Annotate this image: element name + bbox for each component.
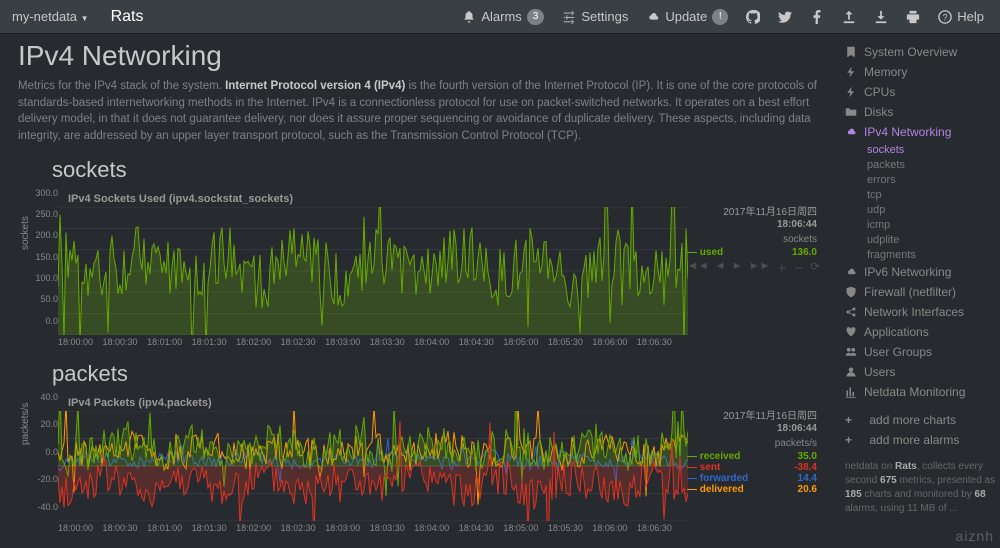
sidebar-sub-errors[interactable]: errors: [867, 172, 996, 187]
chart-sockets-legend[interactable]: 2017年11月16日周四 18:06:44 sockets used136.0…: [687, 203, 817, 276]
main-content: IPv4 Networking Metrics for the IPv4 sta…: [0, 34, 835, 548]
github-icon: [746, 10, 760, 24]
host-name: Rats: [111, 8, 144, 26]
brand-dropdown[interactable]: my-netdata ▼: [8, 9, 99, 24]
sidebar-sub-tcp[interactable]: tcp: [867, 187, 996, 202]
chart-sockets: IPv4 Sockets Used (ipv4.sockstat_sockets…: [18, 193, 817, 347]
page-title: IPv4 Networking: [18, 40, 817, 72]
sidebar-sub-udplite[interactable]: udplite: [867, 232, 996, 247]
alarms-count-badge: 3: [527, 9, 545, 25]
sidebar-item-disks[interactable]: Disks: [845, 102, 996, 122]
sidebar-item-netdata-monitoring[interactable]: Netdata Monitoring: [845, 382, 996, 402]
sidebar-item-system-overview[interactable]: System Overview: [845, 42, 996, 62]
chart-packets-ylabel: packets/s: [20, 402, 31, 444]
sidebar-item-users[interactable]: Users: [845, 362, 996, 382]
sidebar-item-ipv6-networking[interactable]: IPv6 Networking: [845, 262, 996, 282]
page-description: Metrics for the IPv4 stack of the system…: [18, 78, 817, 145]
chart-toolbox[interactable]: ◄◄◄►►►＋－⟳: [687, 260, 817, 276]
watermark: aiznh: [956, 528, 994, 544]
facebook-icon: [810, 10, 824, 24]
cloud-icon: [845, 126, 857, 138]
help-icon: ?: [938, 10, 952, 24]
cloud-icon: [845, 266, 857, 278]
twitter-link[interactable]: [770, 0, 800, 34]
add-alarms-link[interactable]: + add more alarms: [845, 430, 996, 450]
folder-icon: [845, 106, 857, 118]
svg-text:?: ?: [943, 12, 948, 22]
sidebar: System OverviewMemoryCPUsDisksIPv4 Netwo…: [835, 34, 1000, 548]
section-sockets-title: sockets: [52, 157, 817, 183]
sliders-icon: [562, 10, 576, 24]
upload-icon: [842, 10, 856, 24]
sidebar-sub-udp[interactable]: udp: [867, 202, 996, 217]
print-button[interactable]: [898, 0, 928, 34]
sidebar-item-ipv4-networking[interactable]: IPv4 Networking: [845, 122, 996, 142]
update-button[interactable]: Update!: [638, 0, 736, 34]
sidebar-footer: netdata on Rats, collects every second 6…: [845, 460, 996, 516]
alarms-button[interactable]: Alarms3: [454, 0, 552, 34]
users-icon: [845, 346, 857, 358]
add-charts-link[interactable]: + add more charts: [845, 410, 996, 430]
sidebar-item-cpus[interactable]: CPUs: [845, 82, 996, 102]
chart-packets-canvas[interactable]: 2017年11月16日周四 18:06:44 packets/s receive…: [58, 411, 817, 521]
sidebar-item-memory[interactable]: Memory: [845, 62, 996, 82]
user-icon: [845, 366, 857, 378]
twitter-icon: [778, 10, 792, 24]
upload-button[interactable]: [834, 0, 864, 34]
download-icon: [874, 10, 888, 24]
shield-icon: [845, 286, 857, 298]
update-badge: !: [712, 9, 728, 25]
facebook-link[interactable]: [802, 0, 832, 34]
sidebar-sub-sockets[interactable]: sockets: [867, 142, 996, 157]
bolt-icon: [845, 66, 857, 78]
bolt-icon: [845, 86, 857, 98]
help-button[interactable]: ? Help: [930, 0, 992, 34]
barchart-icon: [845, 386, 857, 398]
sidebar-item-firewall-netfilter-[interactable]: Firewall (netfilter): [845, 282, 996, 302]
print-icon: [906, 10, 920, 24]
share-icon: [845, 306, 857, 318]
settings-button[interactable]: Settings: [554, 0, 636, 34]
section-packets-title: packets: [52, 361, 817, 387]
sidebar-sub-fragments[interactable]: fragments: [867, 247, 996, 262]
bookmark-icon: [845, 46, 857, 58]
top-nav: my-netdata ▼ Rats Alarms3 Settings Updat…: [0, 0, 1000, 34]
bell-icon: [462, 10, 476, 24]
cloud-download-icon: [646, 10, 660, 24]
github-link[interactable]: [738, 0, 768, 34]
chart-packets: IPv4 Packets (ipv4.packets) packets/s 40…: [18, 397, 817, 533]
sidebar-item-applications[interactable]: Applications: [845, 322, 996, 342]
sidebar-item-network-interfaces[interactable]: Network Interfaces: [845, 302, 996, 322]
sidebar-item-user-groups[interactable]: User Groups: [845, 342, 996, 362]
heart-icon: [845, 326, 857, 338]
sidebar-sub-packets[interactable]: packets: [867, 157, 996, 172]
chart-packets-legend[interactable]: 2017年11月16日周四 18:06:44 packets/s receive…: [687, 407, 817, 495]
sidebar-sub-icmp[interactable]: icmp: [867, 217, 996, 232]
download-button[interactable]: [866, 0, 896, 34]
chart-sockets-canvas[interactable]: 2017年11月16日周四 18:06:44 sockets used136.0…: [58, 207, 817, 335]
chart-sockets-ylabel: sockets: [20, 216, 31, 250]
